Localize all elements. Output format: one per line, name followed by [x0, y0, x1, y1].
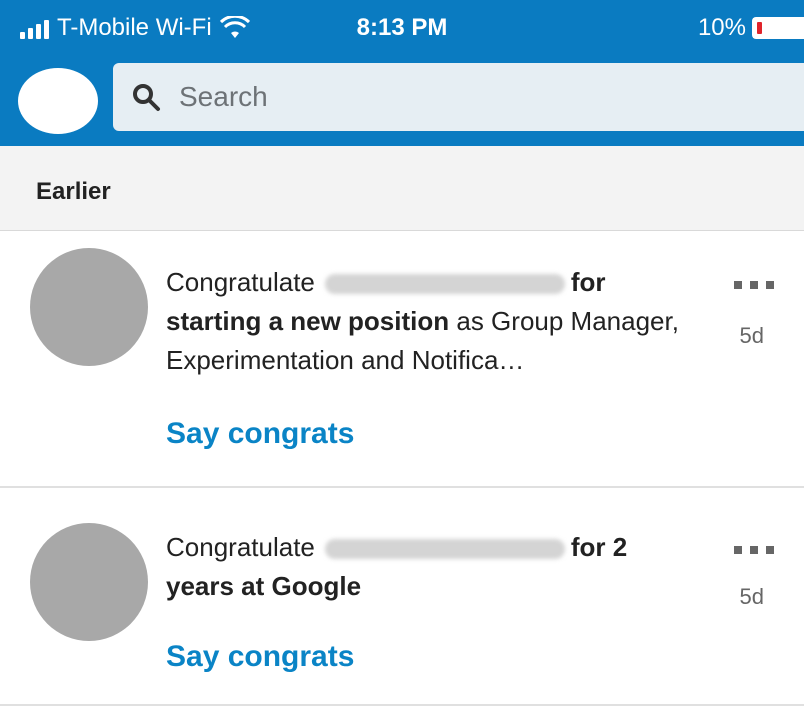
notification-item[interactable]: Congratulate for 2 years at Google 5d Say…: [0, 488, 804, 707]
notification-item[interactable]: Congratulate for starting a new position …: [0, 231, 804, 487]
avatar[interactable]: [30, 523, 148, 641]
battery-indicator: 10%: [698, 14, 804, 42]
notification-age: 5d: [739, 323, 764, 348]
search-icon: [133, 84, 160, 111]
more-options-icon[interactable]: [734, 546, 774, 554]
blurred-name: [324, 274, 565, 295]
battery-percent: 10%: [697, 14, 746, 41]
section-title: Earlier: [36, 178, 111, 205]
notification-bold-2: years at Google: [166, 571, 362, 601]
status-bar: T-Mobile Wi-Fi 8:13 PM 10%: [0, 0, 804, 58]
section-header: Earlier: [0, 146, 804, 231]
notification-lead: Congratulate: [166, 532, 315, 562]
notification-bold-1: for: [570, 267, 606, 297]
divider: [0, 704, 804, 706]
battery-icon: [752, 17, 804, 39]
notification-bold-2: starting a new position: [166, 306, 450, 336]
search-placeholder: Search: [179, 81, 268, 112]
top-nav: Search: [0, 58, 804, 146]
profile-avatar[interactable]: [18, 68, 98, 134]
notification-bold-1: for 2: [570, 532, 628, 562]
avatar[interactable]: [30, 248, 148, 366]
clock: 8:13 PM: [356, 14, 448, 41]
search-input[interactable]: Search: [113, 63, 804, 131]
blurred-name: [324, 539, 565, 560]
say-congrats-button[interactable]: Say congrats: [166, 640, 354, 674]
notification-age: 5d: [739, 584, 764, 609]
more-options-icon[interactable]: [734, 281, 774, 289]
notification-text[interactable]: Congratulate for 2 years at Google: [166, 528, 726, 606]
notification-text[interactable]: Congratulate for starting a new position …: [166, 263, 726, 380]
say-congrats-button[interactable]: Say congrats: [166, 417, 354, 451]
notification-lead: Congratulate: [166, 267, 315, 297]
